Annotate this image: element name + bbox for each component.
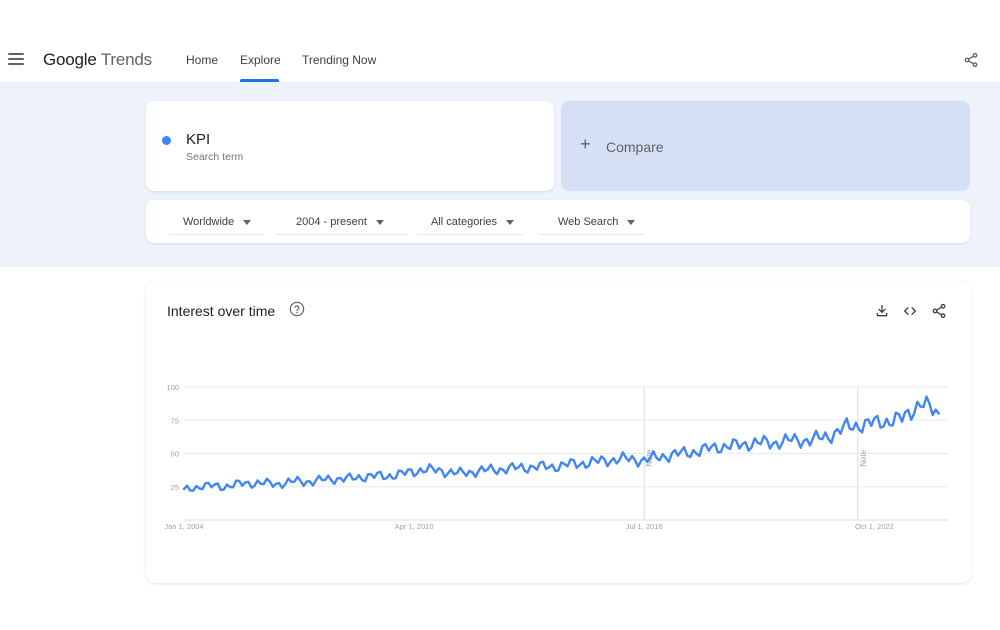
dropdown-arrow-icon [627,219,636,225]
share-icon[interactable] [963,52,979,68]
x-tick-label: Jul 1, 2016 [626,522,663,531]
dropdown-arrow-icon [375,219,384,225]
category-dropdown[interactable]: All categories [418,210,523,235]
interest-over-time-card: Interest over time 100 75 50 25 Jan 1, 2004 A… [146,281,971,583]
search-term-card[interactable]: KPI Search term [146,101,554,191]
tab-explore[interactable]: Explore [240,53,281,67]
note-label: Note [859,449,868,466]
region-dropdown[interactable]: Worldwide [169,210,264,235]
tab-trending-now[interactable]: Trending Now [302,53,376,67]
series-color-dot [162,136,171,145]
region-value: Worldwide [183,216,235,228]
logo-trends-text: Trends [100,50,152,69]
dropdown-arrow-icon [243,219,252,225]
x-tick-label: Apr 1, 2010 [395,522,434,531]
search-term[interactable]: KPI [186,131,210,148]
time-range-dropdown[interactable]: 2004 - present [276,210,408,235]
search-property-value: Web Search [558,216,619,228]
search-term-type: Search term [186,151,244,163]
compare-label: Compare [606,139,664,155]
hamburger-menu-icon[interactable] [8,53,24,67]
plus-icon: + [580,134,591,154]
tab-home[interactable]: Home [186,53,218,67]
x-tick-label: Jan 1, 2004 [164,522,203,531]
y-tick-label: 100 [166,383,179,392]
top-app-bar: Google Trends Home Explore Trending Now [0,0,1000,82]
category-value: All categories [431,216,498,228]
interest-line-chart[interactable]: 100 75 50 25 Jan 1, 2004 Apr 1, 2010 Jul 1, 20… [146,281,971,583]
filter-bar: Worldwide 2004 - present All categories … [146,200,970,243]
compare-button[interactable]: + Compare [561,101,970,191]
time-range-value: 2004 - present [296,216,367,228]
dropdown-arrow-icon [506,219,515,225]
x-tick-label: Oct 1, 2022 [855,522,894,531]
y-tick-label: 50 [171,450,179,459]
series-line [182,395,940,492]
y-tick-label: 25 [171,483,179,492]
y-tick-label: 75 [171,416,179,425]
search-property-dropdown[interactable]: Web Search [539,210,644,235]
google-trends-logo[interactable]: Google Trends [43,50,152,70]
logo-google-text: Google [43,50,97,69]
